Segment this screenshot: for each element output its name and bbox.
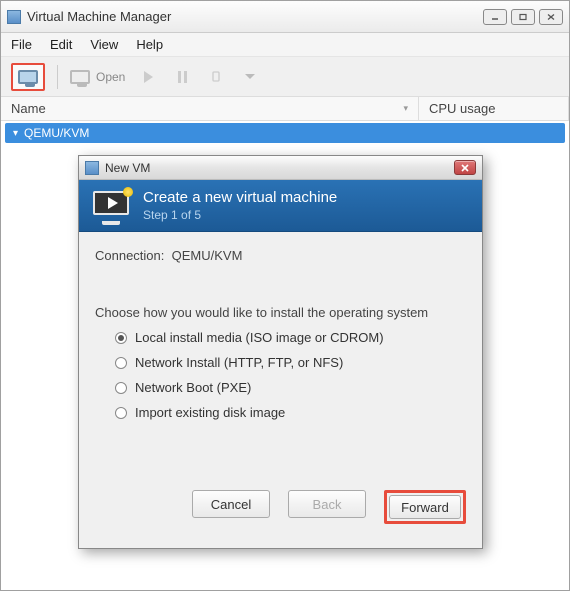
- expand-icon: ▾: [13, 128, 18, 139]
- connection-row[interactable]: ▾ QEMU/KVM: [5, 123, 565, 143]
- dialog-close-button[interactable]: [454, 160, 476, 175]
- radio-local-media[interactable]: Local install media (ISO image or CDROM): [115, 330, 466, 345]
- window-controls: [483, 9, 563, 25]
- dialog-header-text: Create a new virtual machine Step 1 of 5: [143, 189, 337, 222]
- dialog-titlebar: New VM: [79, 156, 482, 180]
- radio-import-label: Import existing disk image: [135, 405, 285, 420]
- radio-network-install-label: Network Install (HTTP, FTP, or NFS): [135, 355, 343, 370]
- radio-icon: [115, 382, 127, 394]
- install-method-radio-group: Local install media (ISO image or CDROM)…: [115, 330, 466, 420]
- toolbar-separator: [57, 65, 58, 89]
- open-button[interactable]: Open: [70, 70, 125, 84]
- install-choose-label: Choose how you would like to install the…: [95, 305, 466, 320]
- column-cpu-label: CPU usage: [429, 101, 495, 116]
- menu-view[interactable]: View: [90, 37, 118, 52]
- close-icon: [460, 164, 470, 172]
- shutdown-button[interactable]: [205, 66, 227, 88]
- pause-button[interactable]: [171, 66, 193, 88]
- connection-value: QEMU/KVM: [172, 248, 243, 263]
- shutdown-dropdown[interactable]: [239, 66, 261, 88]
- radio-icon: [115, 357, 127, 369]
- menu-edit[interactable]: Edit: [50, 37, 72, 52]
- pause-icon: [178, 71, 187, 83]
- play-icon: [144, 71, 153, 83]
- monitor-icon: [70, 70, 90, 84]
- dialog-header-title: Create a new virtual machine: [143, 189, 337, 206]
- column-header-name[interactable]: Name ▾: [1, 97, 419, 120]
- chevron-down-icon: [245, 74, 255, 80]
- run-button[interactable]: [137, 66, 159, 88]
- main-titlebar: Virtual Machine Manager: [1, 1, 569, 33]
- power-icon: [209, 70, 223, 84]
- radio-network-boot[interactable]: Network Boot (PXE): [115, 380, 466, 395]
- column-name-label: Name: [11, 101, 46, 116]
- dialog-button-row: Cancel Back Forward: [95, 490, 466, 538]
- dialog-header-icon: [93, 191, 129, 221]
- dialog-header: Create a new virtual machine Step 1 of 5: [79, 180, 482, 232]
- radio-network-boot-label: Network Boot (PXE): [135, 380, 251, 395]
- cancel-button[interactable]: Cancel: [192, 490, 270, 518]
- forward-button[interactable]: Forward: [389, 495, 461, 519]
- menu-file[interactable]: File: [11, 37, 32, 52]
- radio-icon: [115, 332, 127, 344]
- dialog-body: Connection: QEMU/KVM Choose how you woul…: [79, 232, 482, 548]
- dialog-header-step: Step 1 of 5: [143, 208, 337, 222]
- radio-network-install[interactable]: Network Install (HTTP, FTP, or NFS): [115, 355, 466, 370]
- connection-label: QEMU/KVM: [24, 126, 89, 140]
- main-title: Virtual Machine Manager: [27, 9, 483, 24]
- main-window: Virtual Machine Manager File Edit View H…: [0, 0, 570, 591]
- radio-import-disk[interactable]: Import existing disk image: [115, 405, 466, 420]
- minimize-button[interactable]: [483, 9, 507, 25]
- new-vm-dialog: New VM Create a new virtual machine Step…: [78, 155, 483, 549]
- connection-row: Connection: QEMU/KVM: [95, 248, 466, 263]
- column-header-cpu[interactable]: CPU usage: [419, 97, 569, 120]
- dialog-title: New VM: [105, 161, 454, 175]
- monitor-icon: [18, 70, 38, 84]
- menubar: File Edit View Help: [1, 33, 569, 57]
- menu-help[interactable]: Help: [136, 37, 163, 52]
- connection-label: Connection:: [95, 248, 164, 263]
- maximize-button[interactable]: [511, 9, 535, 25]
- forward-highlight: Forward: [384, 490, 466, 524]
- toolbar: Open: [1, 57, 569, 97]
- app-icon: [85, 161, 99, 175]
- back-button[interactable]: Back: [288, 490, 366, 518]
- app-icon: [7, 10, 21, 24]
- column-headers: Name ▾ CPU usage: [1, 97, 569, 121]
- open-label: Open: [96, 70, 125, 84]
- sort-icon: ▾: [403, 103, 408, 114]
- new-vm-button[interactable]: [11, 63, 45, 91]
- close-button[interactable]: [539, 9, 563, 25]
- radio-local-label: Local install media (ISO image or CDROM): [135, 330, 384, 345]
- radio-icon: [115, 407, 127, 419]
